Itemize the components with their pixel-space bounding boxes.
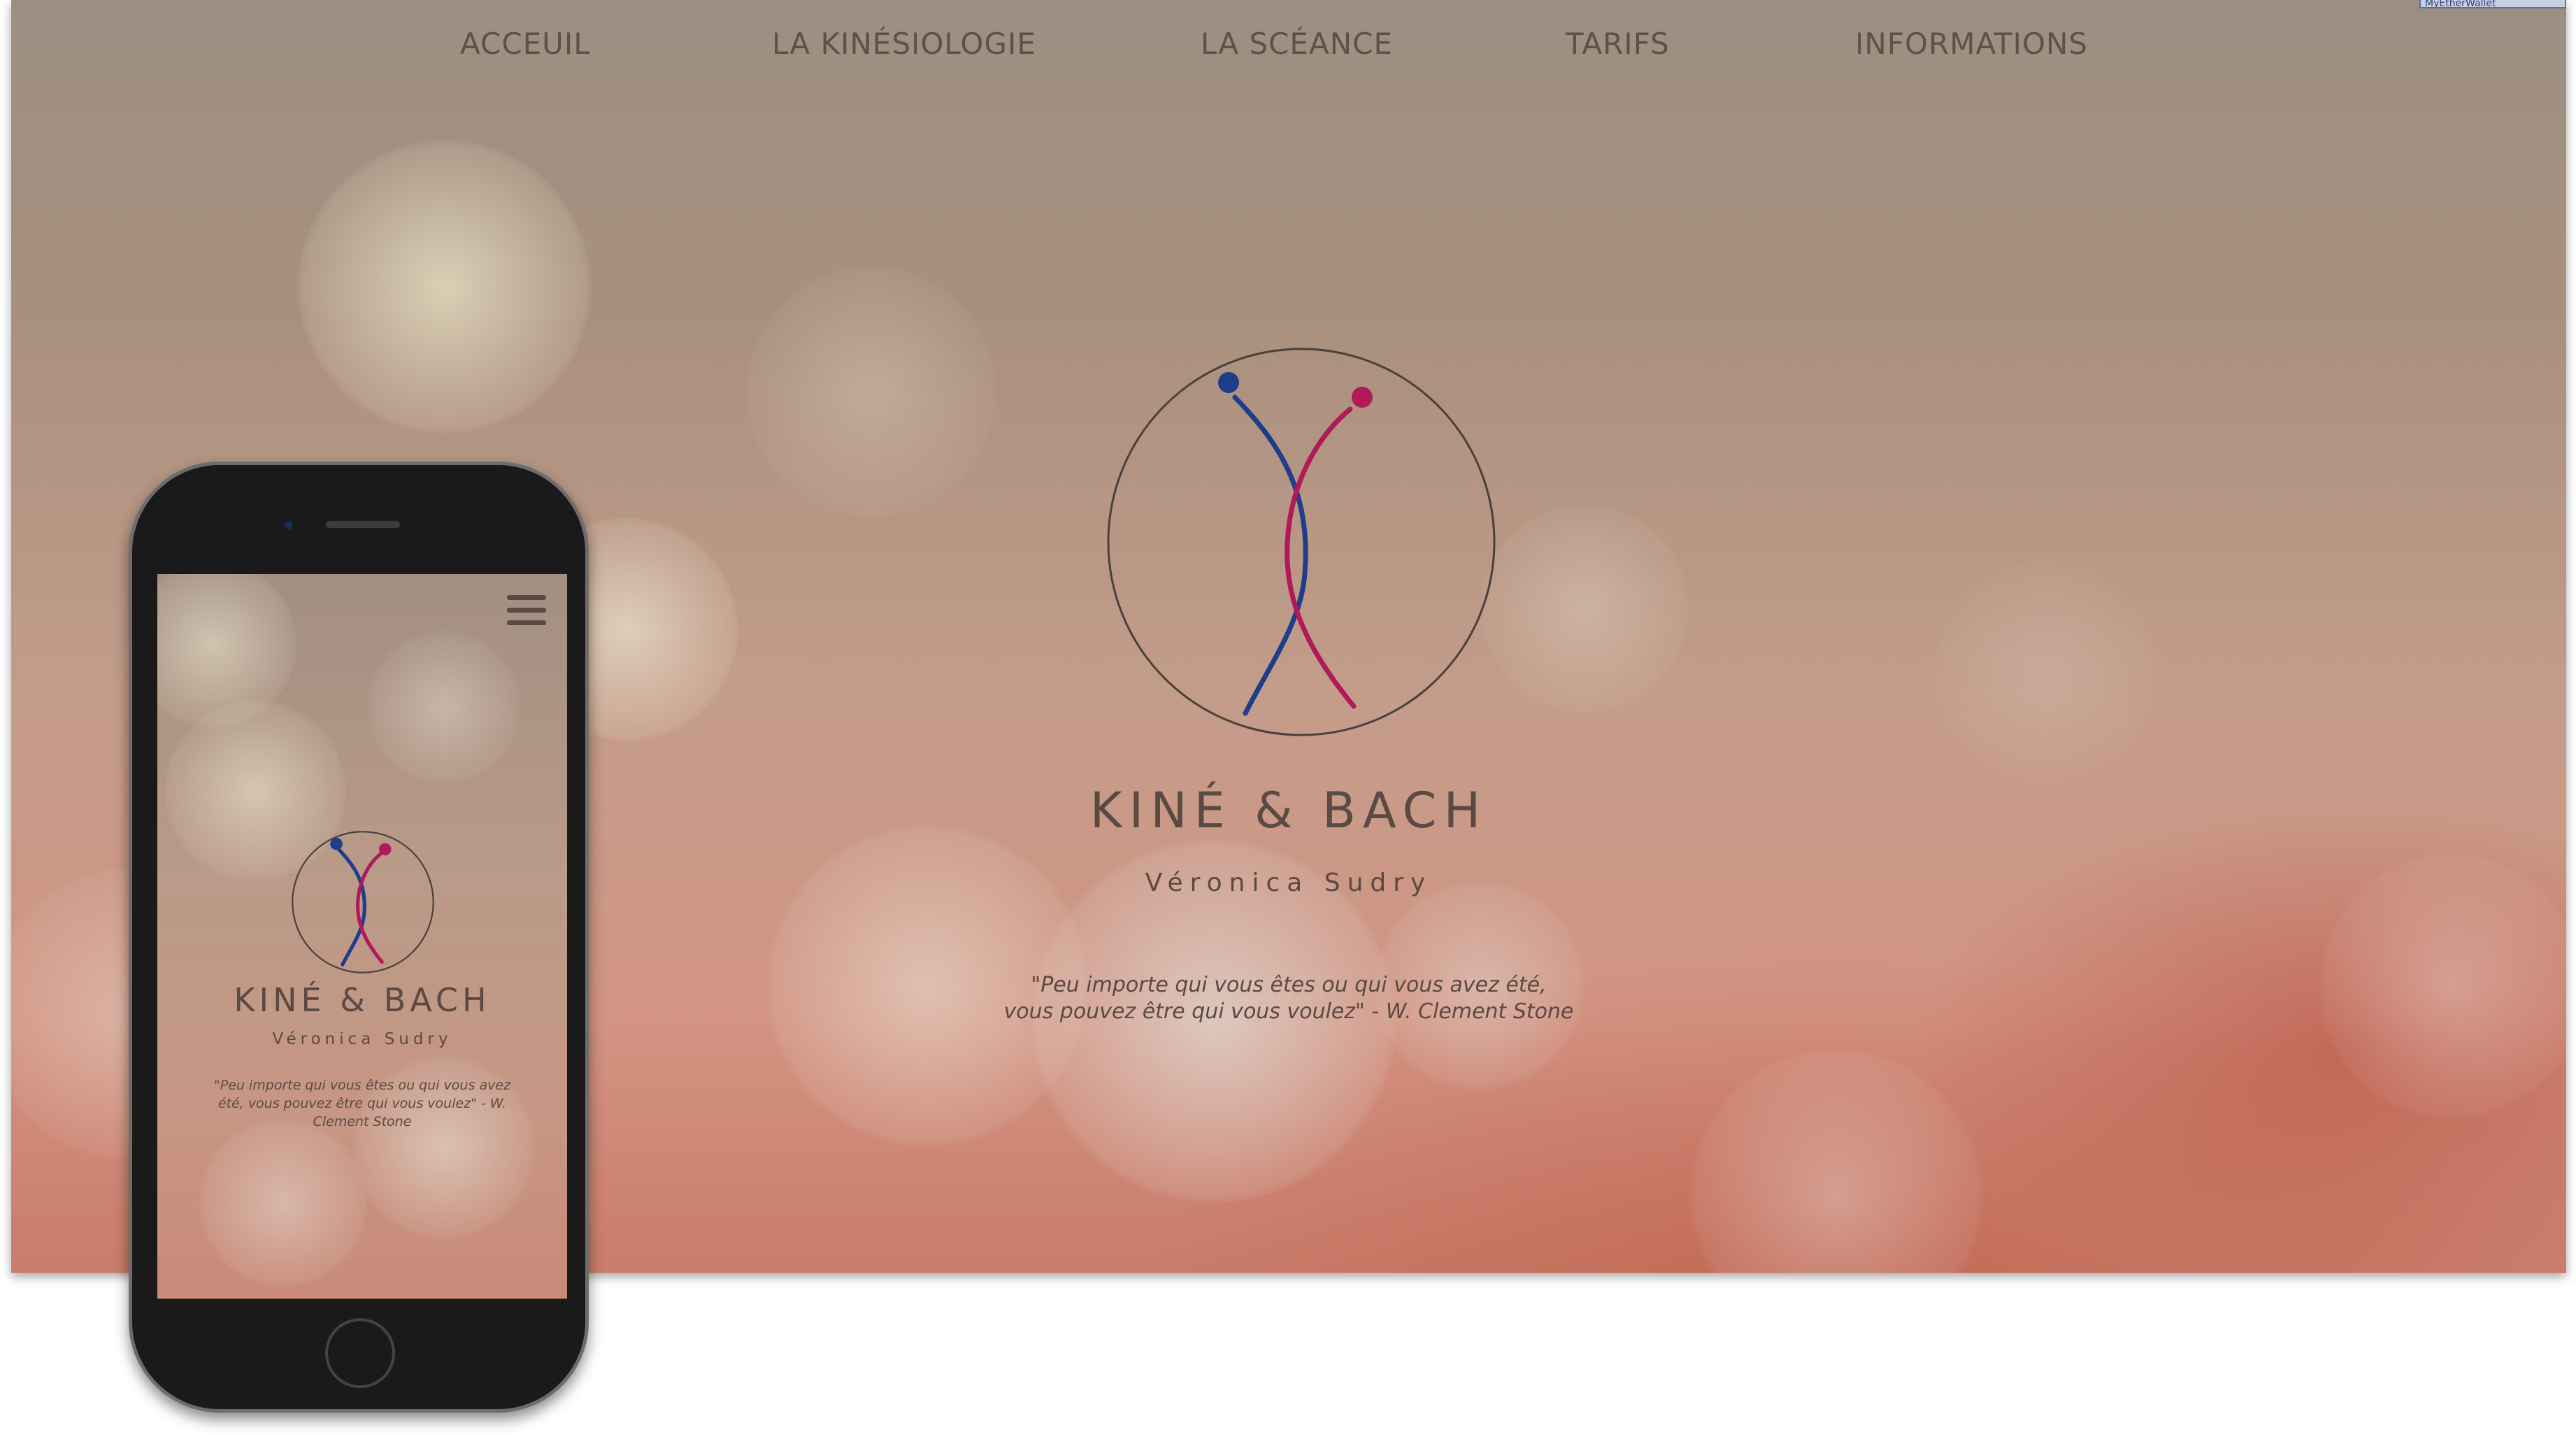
nav-item-kinesiologie[interactable]: LA KINÉSIOLOGIE bbox=[772, 27, 1036, 61]
phone-quote: "Peu importe qui vous êtes ou qui vous a… bbox=[214, 1078, 510, 1129]
nav-item-seance[interactable]: LA SCÉANCE bbox=[1201, 27, 1393, 61]
bokeh-light bbox=[199, 1120, 367, 1287]
bokeh-light bbox=[298, 140, 592, 434]
hamburger-menu-icon[interactable] bbox=[507, 595, 546, 626]
bokeh-light bbox=[1689, 1049, 1983, 1273]
phone-brand-logo bbox=[290, 829, 436, 975]
phone-brand-title: KINÉ & BACH bbox=[234, 981, 491, 1019]
bokeh-light bbox=[1480, 504, 1689, 713]
kine-bach-logo-icon bbox=[1107, 348, 1496, 736]
phone-speaker bbox=[326, 521, 400, 528]
nav-item-informations[interactable]: INFORMATIONS bbox=[1855, 27, 2088, 61]
phone-mockup: KINÉ & BACH Véronica Sudry "Peu importe … bbox=[129, 462, 589, 1413]
browser-extension-tab[interactable]: MyEtherWallet bbox=[2419, 0, 2566, 8]
bokeh-light bbox=[1934, 559, 2158, 783]
bokeh-light bbox=[745, 266, 997, 517]
nav-item-tarifs[interactable]: TARIFS bbox=[1566, 27, 1670, 61]
phone-home-button[interactable] bbox=[325, 1318, 395, 1388]
phone-brand-subtitle: Véronica Sudry bbox=[272, 1030, 452, 1048]
bokeh-light bbox=[157, 574, 297, 728]
phone-camera bbox=[285, 521, 293, 529]
kine-bach-logo-icon bbox=[292, 831, 434, 973]
bokeh-light bbox=[367, 630, 521, 784]
main-navigation: ACCEUIL LA KINÉSIOLOGIE LA SCÉANCE TARIF… bbox=[11, 27, 2566, 69]
nav-item-acceuil[interactable]: ACCEUIL bbox=[460, 27, 591, 61]
brand-logo bbox=[1102, 343, 1501, 741]
phone-screen: KINÉ & BACH Véronica Sudry "Peu importe … bbox=[157, 574, 567, 1299]
